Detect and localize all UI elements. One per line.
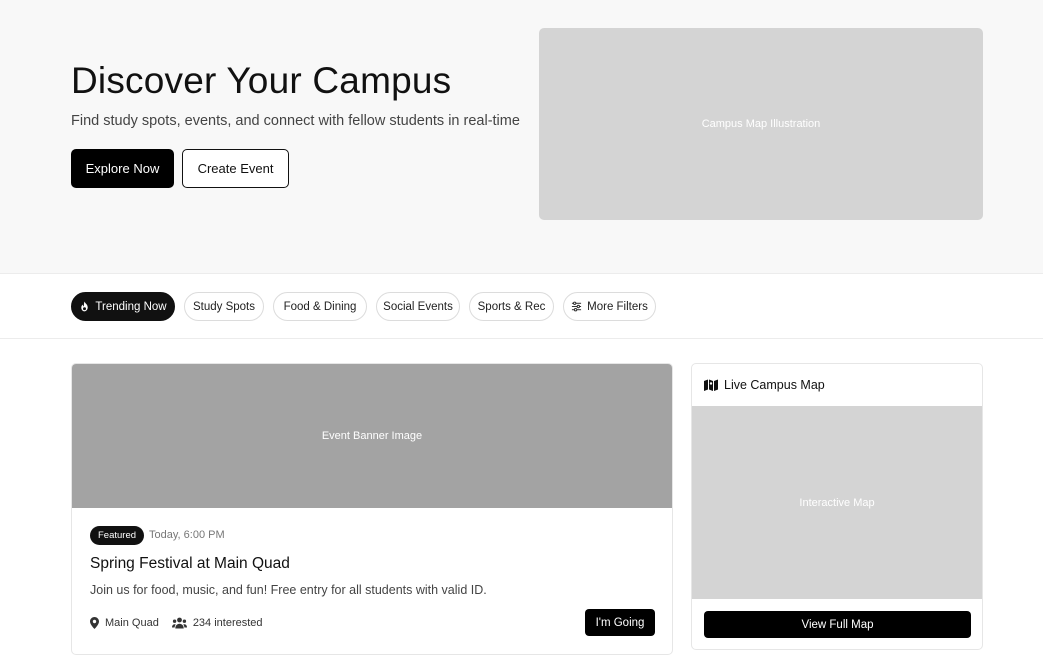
filter-label: Food & Dining: [283, 300, 357, 313]
event-description: Join us for food, music, and fun! Free e…: [90, 583, 487, 597]
featured-badge: Featured: [90, 526, 145, 545]
filter-label: Study Spots: [192, 300, 255, 313]
filter-label: Sports & Rec: [477, 300, 546, 313]
filter-more-filters[interactable]: More Filters: [563, 292, 656, 321]
map-pin-icon: [90, 617, 99, 629]
interactive-map[interactable]: Interactive Map: [692, 406, 982, 599]
map-card-header: Live Campus Map: [704, 378, 825, 392]
explore-now-button[interactable]: Explore Now: [71, 149, 174, 188]
event-time: Today, 6:00 PM: [149, 529, 225, 541]
hero-subtitle: Find study spots, events, and connect wi…: [71, 113, 520, 129]
im-going-button[interactable]: I'm Going: [585, 609, 655, 636]
event-title: Spring Festival at Main Quad: [90, 555, 290, 572]
filter-study-spots[interactable]: Study Spots: [184, 292, 264, 321]
filter-social-events[interactable]: Social Events: [376, 292, 460, 321]
event-banner-image: Event Banner Image: [72, 364, 672, 508]
filter-sports-rec[interactable]: Sports & Rec: [469, 292, 554, 321]
filter-trending-now[interactable]: Trending Now: [71, 292, 175, 321]
filter-bar: Trending Now Study Spots Food & Dining S…: [0, 275, 1043, 339]
create-event-button[interactable]: Create Event: [182, 149, 289, 188]
hero-title: Discover Your Campus: [71, 60, 452, 101]
live-campus-map-card: Live Campus Map Interactive Map View Ful…: [691, 363, 983, 650]
event-interested: 234 interested: [171, 617, 263, 629]
map-area-label: Interactive Map: [799, 496, 875, 509]
location-label: Main Quad: [105, 617, 159, 629]
users-icon: [171, 617, 187, 629]
filter-label: Social Events: [383, 300, 453, 313]
illustration-label: Campus Map Illustration: [701, 118, 821, 130]
campus-map-illustration: Campus Map Illustration: [539, 28, 983, 220]
filter-food-dining[interactable]: Food & Dining: [273, 292, 367, 321]
event-meta: Main Quad 234 interested: [90, 617, 276, 629]
filter-label: Trending Now: [95, 300, 167, 313]
map-card-title: Live Campus Map: [724, 378, 825, 392]
interested-count: 234 interested: [192, 617, 263, 629]
sliders-icon: [572, 301, 582, 312]
event-location: Main Quad: [90, 617, 159, 629]
featured-event-card[interactable]: Event Banner Image Featured Today, 6:00 …: [71, 363, 673, 655]
banner-label: Event Banner Image: [321, 430, 423, 442]
map-icon: [704, 379, 718, 391]
view-full-map-button[interactable]: View Full Map: [704, 611, 971, 638]
filter-label: More Filters: [587, 300, 648, 313]
hero-section: Discover Your Campus Find study spots, e…: [0, 0, 1043, 274]
fire-icon: [81, 301, 89, 312]
